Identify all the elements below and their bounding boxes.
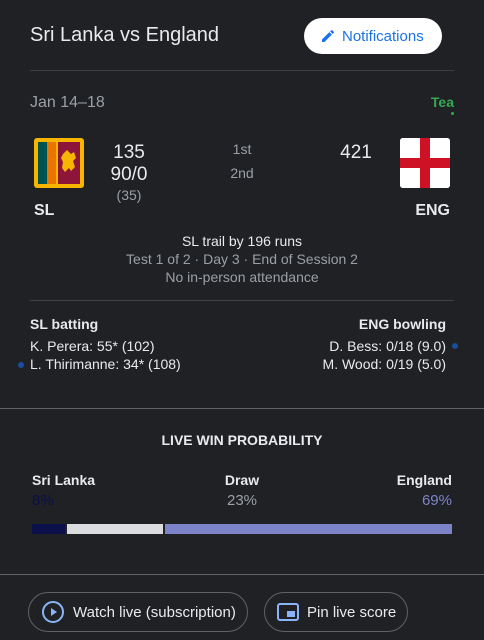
match-info: Test 1 of 2 · Day 3 · End of Session 2 <box>126 251 358 267</box>
current-bowler-indicator <box>452 343 458 349</box>
section-divider <box>0 408 484 409</box>
match-status: Tea <box>430 94 454 110</box>
watch-live-label: Watch live (subscription) <box>73 603 236 621</box>
innings-label-1: 1st <box>232 141 252 157</box>
summary-divider <box>30 300 454 301</box>
pin-live-score-label: Pin live score <box>307 603 397 621</box>
page-title: Sri Lanka vs England <box>30 24 220 46</box>
watch-live-button[interactable]: Watch live (subscription) <box>28 592 248 632</box>
on-strike-indicator <box>18 362 24 368</box>
notifications-label: Notifications <box>342 27 424 45</box>
home-overs: (35) <box>116 187 142 203</box>
pencil-icon <box>322 29 335 42</box>
win-prob-bar-away <box>165 524 452 534</box>
match-summary: SL trail by 196 runs <box>181 233 303 249</box>
win-prob-pct-away: 69% <box>421 492 452 509</box>
sri-lanka-flag-icon <box>34 138 84 188</box>
play-circle-icon <box>42 601 64 623</box>
win-prob-label-away: England <box>396 472 452 488</box>
innings-label-2: 2nd <box>230 165 254 181</box>
live-indicator <box>451 112 454 115</box>
batting-title: SL batting <box>30 316 99 332</box>
win-prob-pct-draw: 23% <box>226 492 258 509</box>
away-team-abbr: ENG <box>415 202 450 219</box>
header: Sri Lanka vs England Notifications <box>0 0 484 70</box>
batter-2: L. Thirimanne: 34* (108) <box>30 356 181 372</box>
win-prob-bar-draw <box>67 524 163 534</box>
england-flag-icon <box>400 138 450 188</box>
bowler-2: M. Wood: 0/19 (5.0) <box>322 356 446 372</box>
pin-live-score-button[interactable]: Pin live score <box>264 592 408 632</box>
header-divider <box>30 70 454 71</box>
batter-1: K. Perera: 55* (102) <box>30 338 155 354</box>
bottom-divider <box>0 574 484 575</box>
bowler-1: D. Bess: 0/18 (9.0) <box>329 338 446 354</box>
pin-window-icon <box>277 603 299 621</box>
bowling-title: ENG bowling <box>358 316 446 332</box>
win-prob-bar-home <box>32 524 65 534</box>
attendance-note: No in-person attendance <box>165 269 319 285</box>
home-score-innings-1: 135 <box>113 142 145 163</box>
match-dates: Jan 14–18 <box>30 94 105 111</box>
win-probability-title: LIVE WIN PROBABILITY <box>161 432 323 448</box>
away-score-innings-1: 421 <box>340 142 372 163</box>
home-score-innings-2: 90/0 <box>110 164 148 185</box>
notifications-button[interactable]: Notifications <box>304 18 442 54</box>
home-team-abbr: SL <box>34 202 55 219</box>
